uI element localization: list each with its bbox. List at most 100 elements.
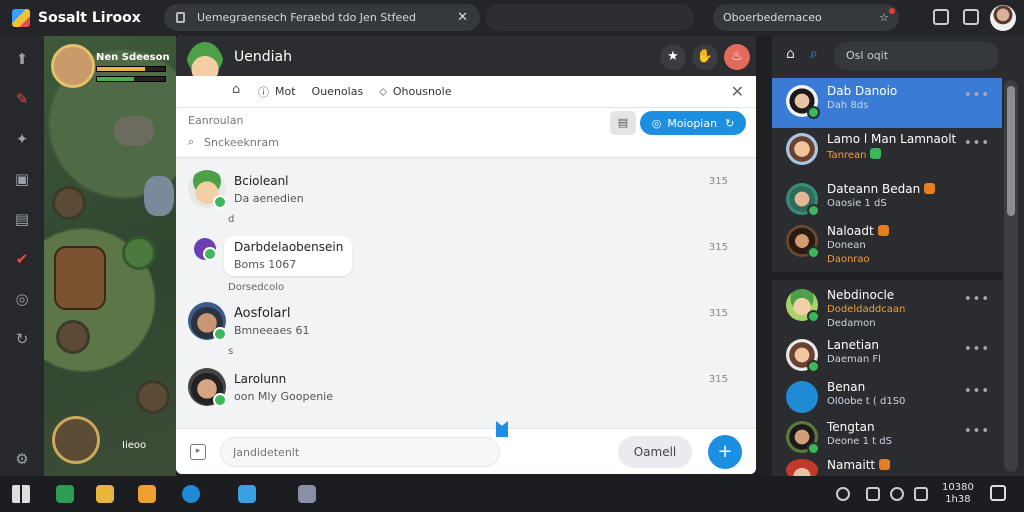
home-icon[interactable]: ⬆ — [13, 50, 31, 68]
tab-ouenolas[interactable]: Ouenolas — [312, 85, 364, 98]
message-note: d — [228, 214, 235, 225]
game-item-icon[interactable] — [56, 320, 90, 354]
moiopian-button[interactable]: ◎ Moiopian ↻ — [640, 111, 746, 135]
check-icon[interactable]: ✔ — [13, 250, 31, 268]
add-attachment-icon[interactable]: ▸ — [190, 444, 206, 460]
tab-ohousnole[interactable]: ⬦ Ohousnole — [379, 85, 451, 99]
friend-name: Dab Danoio — [827, 84, 898, 98]
friend-name: Benan — [827, 380, 866, 394]
friend-item[interactable]: Namaitt — [772, 452, 1002, 481]
scrollbar-thumb[interactable] — [1007, 86, 1015, 216]
pen-icon[interactable]: ✎ — [13, 90, 31, 108]
home-tab-icon[interactable]: ⌂ — [232, 82, 252, 102]
close-panel-icon[interactable]: ✕ — [731, 82, 744, 101]
health-bar — [96, 66, 166, 72]
refresh-icon[interactable]: ↻ — [13, 330, 31, 348]
message-time: 315 — [708, 242, 728, 253]
image-icon[interactable]: ▣ — [13, 170, 31, 188]
taskbar-app-icon[interactable] — [56, 485, 74, 503]
hand-icon[interactable]: ✋ — [692, 44, 718, 70]
message-author: Larolunn — [234, 372, 287, 386]
search-icon[interactable]: ⌕ — [810, 46, 818, 62]
lock-icon — [176, 12, 185, 23]
rock — [114, 116, 154, 146]
game-view[interactable]: Nen Sdeeson Iieoo — [44, 36, 176, 476]
network-icon[interactable] — [836, 487, 850, 501]
more-options-icon[interactable]: ••• — [964, 292, 990, 307]
friend-status: Oaosie 1 dS — [827, 198, 887, 209]
search-icon: ⌕ — [188, 135, 195, 148]
friends-panel: ⌂ ⌕ Osl oqit Dab Danoio Dah 8ds ••• Lamo… — [772, 36, 1024, 481]
game-ability-icon[interactable] — [52, 416, 100, 464]
friend-item[interactable]: Dab Danoio Dah 8ds ••• — [772, 78, 1002, 128]
message-input[interactable] — [220, 437, 500, 467]
cancel-button[interactable]: Oamell — [618, 436, 692, 468]
attach-file-button[interactable]: ▤ — [610, 111, 636, 135]
taskbar-app-icon[interactable] — [238, 485, 256, 503]
menu-icon[interactable] — [963, 9, 979, 25]
notification-icon[interactable]: ♨ — [724, 44, 750, 70]
friend-name: Tengtan — [827, 420, 875, 434]
friend-avatar — [786, 421, 820, 455]
notification-center-icon[interactable] — [990, 485, 1006, 501]
more-options-icon[interactable]: ••• — [964, 136, 990, 151]
extensions-icon[interactable] — [933, 9, 949, 25]
send-button[interactable]: + — [708, 435, 742, 469]
store-icon[interactable] — [182, 485, 200, 503]
game-portal-icon[interactable] — [122, 236, 156, 270]
clock[interactable]: 10380 1h38 — [942, 482, 974, 506]
pin-icon[interactable]: ✦ — [13, 130, 31, 148]
alert-badge-icon — [879, 459, 891, 470]
friend-name: Lamo l Man Lamnaolt — [827, 132, 957, 146]
message-text: Da aenedien — [234, 192, 304, 205]
player-avatar[interactable] — [51, 44, 95, 88]
friend-item[interactable]: Lamo l Man Lamnaolt Tanrean ••• — [772, 126, 1002, 176]
game-item-icon[interactable] — [136, 380, 170, 414]
friend-item[interactable]: Naloadt Donean Daonrao — [772, 218, 1002, 268]
home-icon[interactable]: ⌂ — [786, 46, 795, 62]
friends-scrollbar[interactable] — [1004, 80, 1018, 472]
bookmark-star-icon[interactable]: ☆ — [879, 8, 895, 24]
battery-icon[interactable] — [866, 487, 880, 501]
browser-search[interactable]: Oboerbedernaceo ☆ — [713, 4, 899, 31]
url-bar[interactable]: Uemegraensech Feraebd tdo Jen Stfeed ✕ — [164, 4, 480, 31]
more-options-icon[interactable]: ••• — [964, 342, 990, 357]
friend-avatar — [786, 339, 820, 373]
friend-name: Dateann Bedan — [827, 182, 936, 196]
more-options-icon[interactable]: ••• — [964, 88, 990, 103]
friend-status: Daeman Fl — [827, 354, 881, 365]
tab-strip[interactable] — [486, 4, 694, 31]
more-options-icon[interactable]: ••• — [964, 384, 990, 399]
more-options-icon[interactable]: ••• — [964, 424, 990, 439]
game-item-icon[interactable] — [52, 186, 86, 220]
chat-header: Uendiah ★ ✋ ♨ — [176, 36, 756, 92]
message-note: s — [228, 346, 234, 357]
start-menu-icon[interactable] — [12, 485, 30, 503]
level-label: Iieoo — [122, 440, 147, 451]
friends-search[interactable]: Osl oqit — [834, 42, 999, 70]
profile-avatar[interactable] — [990, 5, 1016, 31]
search-input[interactable] — [204, 136, 504, 149]
taskbar-app-icon[interactable] — [298, 485, 316, 503]
settings-gear-icon[interactable]: ⚙ — [13, 450, 31, 468]
message-author: Aosfolarl — [234, 306, 291, 321]
url-text: Uemegraensech Feraebd tdo Jen Stfeed — [197, 11, 416, 24]
friend-status: Dah 8ds — [827, 100, 869, 111]
message-avatar — [188, 302, 227, 341]
tab-mot[interactable]: ⓘ Mot — [258, 84, 296, 100]
document-icon[interactable]: ▤ — [13, 210, 31, 228]
barrel — [54, 246, 106, 310]
friend-status: Ol0obe t ( d1S0 — [827, 396, 906, 407]
taskbar-app-icon[interactable] — [138, 485, 156, 503]
volume-icon[interactable] — [890, 487, 904, 501]
energy-fill — [97, 77, 135, 81]
friend-item[interactable]: Nebdinocle Dodeldaddcaan Dedamon ••• — [772, 282, 1002, 332]
chat-tabs: ⌂ ⓘ Mot Ouenolas ⬦ Ohousnole ✕ — [176, 76, 756, 108]
friend-avatar — [786, 225, 820, 259]
folder-icon[interactable] — [96, 485, 114, 503]
favorite-star-icon[interactable]: ★ — [660, 44, 686, 70]
tray-icon[interactable] — [914, 487, 928, 501]
close-tab-icon[interactable]: ✕ — [457, 10, 468, 25]
refresh-icon: ↻ — [725, 116, 735, 130]
globe-icon[interactable]: ◎ — [13, 290, 31, 308]
